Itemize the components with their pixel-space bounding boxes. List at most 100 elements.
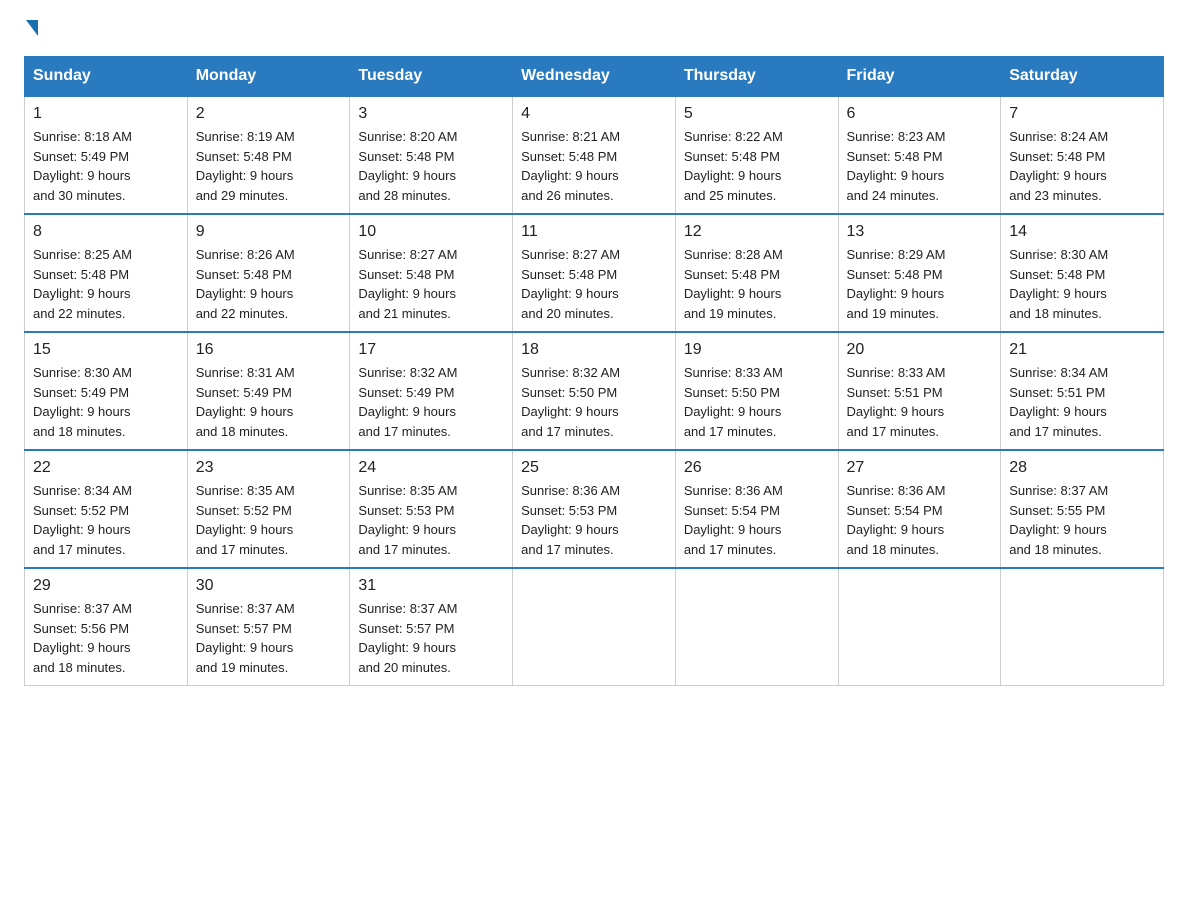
daylight-detail: and 17 minutes. [684, 424, 777, 439]
calendar-cell: 9 Sunrise: 8:26 AM Sunset: 5:48 PM Dayli… [187, 214, 350, 332]
header-row: SundayMondayTuesdayWednesdayThursdayFrid… [25, 57, 1164, 97]
day-info: Sunrise: 8:32 AM Sunset: 5:49 PM Dayligh… [358, 363, 504, 441]
sunset-label: Sunset: 5:48 PM [847, 149, 943, 164]
day-number: 16 [196, 341, 342, 359]
daylight-label: Daylight: 9 hours [847, 522, 945, 537]
day-info: Sunrise: 8:30 AM Sunset: 5:49 PM Dayligh… [33, 363, 179, 441]
day-number: 31 [358, 577, 504, 595]
sunrise-label: Sunrise: 8:36 AM [521, 483, 620, 498]
day-number: 15 [33, 341, 179, 359]
daylight-label: Daylight: 9 hours [684, 404, 782, 419]
daylight-detail: and 18 minutes. [33, 424, 126, 439]
header-friday: Friday [838, 57, 1001, 97]
week-row: 1 Sunrise: 8:18 AM Sunset: 5:49 PM Dayli… [25, 96, 1164, 214]
calendar-cell: 16 Sunrise: 8:31 AM Sunset: 5:49 PM Dayl… [187, 332, 350, 450]
day-info: Sunrise: 8:37 AM Sunset: 5:57 PM Dayligh… [358, 599, 504, 677]
day-info: Sunrise: 8:29 AM Sunset: 5:48 PM Dayligh… [847, 245, 993, 323]
day-number: 25 [521, 459, 667, 477]
daylight-label: Daylight: 9 hours [196, 286, 294, 301]
daylight-detail: and 17 minutes. [358, 542, 451, 557]
daylight-label: Daylight: 9 hours [847, 286, 945, 301]
day-info: Sunrise: 8:34 AM Sunset: 5:52 PM Dayligh… [33, 481, 179, 559]
calendar-cell: 12 Sunrise: 8:28 AM Sunset: 5:48 PM Dayl… [675, 214, 838, 332]
sunrise-label: Sunrise: 8:27 AM [358, 247, 457, 262]
daylight-detail: and 19 minutes. [196, 660, 289, 675]
sunrise-label: Sunrise: 8:29 AM [847, 247, 946, 262]
sunrise-label: Sunrise: 8:27 AM [521, 247, 620, 262]
day-number: 30 [196, 577, 342, 595]
day-number: 23 [196, 459, 342, 477]
daylight-detail: and 25 minutes. [684, 188, 777, 203]
day-number: 19 [684, 341, 830, 359]
day-number: 4 [521, 105, 667, 123]
day-number: 14 [1009, 223, 1155, 241]
daylight-label: Daylight: 9 hours [358, 404, 456, 419]
calendar-cell: 13 Sunrise: 8:29 AM Sunset: 5:48 PM Dayl… [838, 214, 1001, 332]
sunset-label: Sunset: 5:48 PM [196, 267, 292, 282]
daylight-label: Daylight: 9 hours [358, 286, 456, 301]
day-info: Sunrise: 8:26 AM Sunset: 5:48 PM Dayligh… [196, 245, 342, 323]
week-row: 29 Sunrise: 8:37 AM Sunset: 5:56 PM Dayl… [25, 568, 1164, 686]
day-info: Sunrise: 8:36 AM Sunset: 5:54 PM Dayligh… [847, 481, 993, 559]
calendar-cell: 17 Sunrise: 8:32 AM Sunset: 5:49 PM Dayl… [350, 332, 513, 450]
daylight-label: Daylight: 9 hours [33, 286, 131, 301]
day-info: Sunrise: 8:25 AM Sunset: 5:48 PM Dayligh… [33, 245, 179, 323]
logo-triangle-icon [26, 20, 38, 36]
sunrise-label: Sunrise: 8:23 AM [847, 129, 946, 144]
daylight-detail: and 21 minutes. [358, 306, 451, 321]
day-number: 28 [1009, 459, 1155, 477]
calendar-cell: 20 Sunrise: 8:33 AM Sunset: 5:51 PM Dayl… [838, 332, 1001, 450]
daylight-label: Daylight: 9 hours [684, 168, 782, 183]
daylight-label: Daylight: 9 hours [1009, 286, 1107, 301]
day-number: 6 [847, 105, 993, 123]
calendar-cell: 3 Sunrise: 8:20 AM Sunset: 5:48 PM Dayli… [350, 96, 513, 214]
sunrise-label: Sunrise: 8:36 AM [847, 483, 946, 498]
day-info: Sunrise: 8:37 AM Sunset: 5:55 PM Dayligh… [1009, 481, 1155, 559]
calendar-cell [513, 568, 676, 686]
daylight-label: Daylight: 9 hours [196, 640, 294, 655]
daylight-label: Daylight: 9 hours [33, 640, 131, 655]
daylight-detail: and 17 minutes. [847, 424, 940, 439]
day-number: 24 [358, 459, 504, 477]
sunset-label: Sunset: 5:48 PM [684, 149, 780, 164]
day-info: Sunrise: 8:33 AM Sunset: 5:51 PM Dayligh… [847, 363, 993, 441]
sunset-label: Sunset: 5:48 PM [521, 267, 617, 282]
daylight-detail: and 17 minutes. [521, 424, 614, 439]
daylight-label: Daylight: 9 hours [521, 286, 619, 301]
sunset-label: Sunset: 5:50 PM [521, 385, 617, 400]
sunrise-label: Sunrise: 8:20 AM [358, 129, 457, 144]
daylight-detail: and 18 minutes. [1009, 542, 1102, 557]
sunset-label: Sunset: 5:52 PM [33, 503, 129, 518]
calendar-cell [838, 568, 1001, 686]
sunrise-label: Sunrise: 8:37 AM [196, 601, 295, 616]
sunset-label: Sunset: 5:49 PM [33, 385, 129, 400]
calendar-cell [1001, 568, 1164, 686]
sunrise-label: Sunrise: 8:31 AM [196, 365, 295, 380]
sunrise-label: Sunrise: 8:32 AM [358, 365, 457, 380]
daylight-detail: and 22 minutes. [196, 306, 289, 321]
day-number: 27 [847, 459, 993, 477]
daylight-detail: and 17 minutes. [358, 424, 451, 439]
daylight-label: Daylight: 9 hours [358, 640, 456, 655]
calendar-cell: 14 Sunrise: 8:30 AM Sunset: 5:48 PM Dayl… [1001, 214, 1164, 332]
sunset-label: Sunset: 5:53 PM [521, 503, 617, 518]
header-thursday: Thursday [675, 57, 838, 97]
sunset-label: Sunset: 5:48 PM [1009, 267, 1105, 282]
daylight-label: Daylight: 9 hours [1009, 522, 1107, 537]
day-info: Sunrise: 8:30 AM Sunset: 5:48 PM Dayligh… [1009, 245, 1155, 323]
daylight-detail: and 17 minutes. [1009, 424, 1102, 439]
calendar-cell: 21 Sunrise: 8:34 AM Sunset: 5:51 PM Dayl… [1001, 332, 1164, 450]
day-number: 1 [33, 105, 179, 123]
day-number: 20 [847, 341, 993, 359]
sunset-label: Sunset: 5:49 PM [196, 385, 292, 400]
day-info: Sunrise: 8:27 AM Sunset: 5:48 PM Dayligh… [521, 245, 667, 323]
day-number: 5 [684, 105, 830, 123]
daylight-detail: and 20 minutes. [521, 306, 614, 321]
daylight-detail: and 29 minutes. [196, 188, 289, 203]
daylight-label: Daylight: 9 hours [521, 522, 619, 537]
day-number: 10 [358, 223, 504, 241]
calendar-cell [675, 568, 838, 686]
sunrise-label: Sunrise: 8:35 AM [358, 483, 457, 498]
header-wednesday: Wednesday [513, 57, 676, 97]
day-number: 26 [684, 459, 830, 477]
